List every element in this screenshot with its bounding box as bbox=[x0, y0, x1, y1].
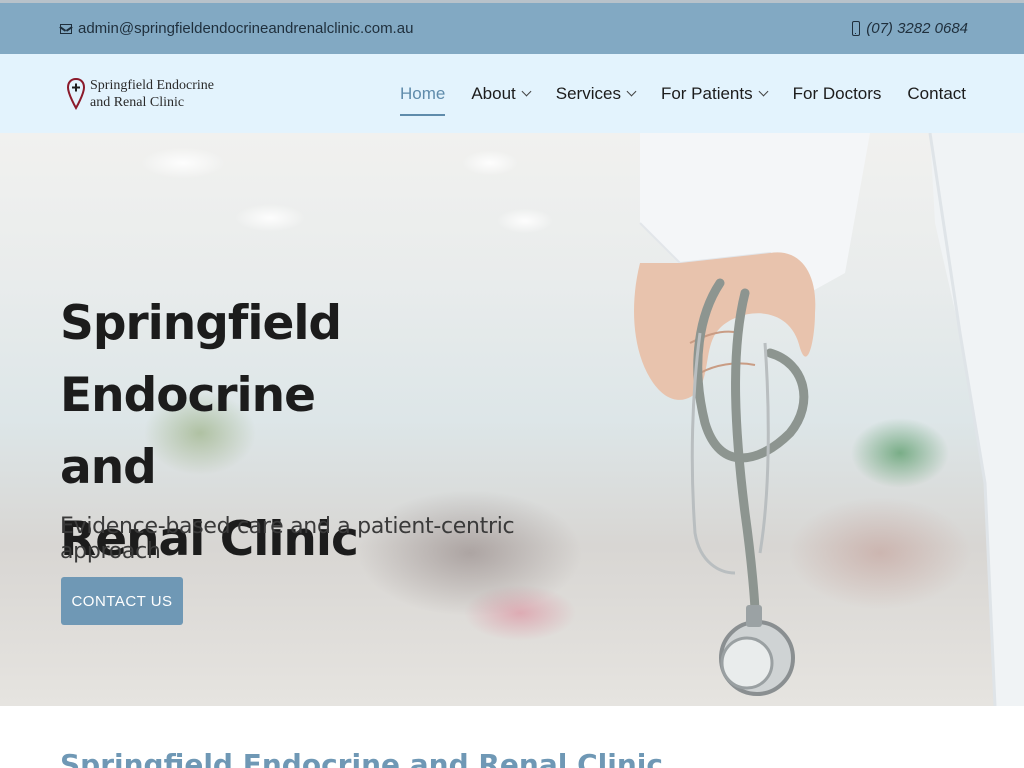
contact-us-button[interactable]: CONTACT US bbox=[61, 577, 183, 625]
phone-number[interactable]: (07) 3282 0684 bbox=[866, 20, 968, 37]
site-header: Springfield Endocrine and Renal Clinic H… bbox=[0, 54, 1024, 133]
chevron-down-icon bbox=[626, 86, 637, 97]
section-heading: Springfield Endocrine and Renal Clinic bbox=[60, 748, 663, 768]
top-contact-bar: admin@springfieldendocrineandrenalclinic… bbox=[0, 0, 1024, 54]
nav-item-for-doctors[interactable]: For Doctors bbox=[793, 54, 882, 133]
chevron-down-icon bbox=[521, 86, 532, 97]
nav-item-label: Home bbox=[399, 83, 446, 103]
nav-item-about[interactable]: About bbox=[471, 54, 532, 133]
phone-contact[interactable]: (07) 3282 0684 bbox=[852, 20, 968, 37]
email-address[interactable]: admin@springfieldendocrineandrenalclinic… bbox=[78, 20, 413, 37]
hero-subtitle: Evidence-based care and a patient-centri… bbox=[60, 514, 515, 564]
nav-item-label: About bbox=[471, 83, 516, 103]
nav-item-label: For Patients bbox=[660, 83, 753, 103]
hero-title-line2: and bbox=[60, 440, 157, 495]
logo-text-line2: and Renal Clinic bbox=[90, 94, 185, 110]
hero-title-line1: Springfield Endocrine bbox=[60, 296, 342, 423]
mobile-icon bbox=[852, 21, 861, 36]
nav-item-label: For Doctors bbox=[792, 83, 882, 103]
chevron-down-icon bbox=[758, 86, 769, 97]
envelope-icon bbox=[60, 23, 72, 34]
nav-item-label: Services bbox=[555, 83, 621, 103]
doctor-hand bbox=[634, 252, 816, 400]
nav-item-contact[interactable]: Contact bbox=[907, 54, 966, 133]
site-logo[interactable]: Springfield Endocrine and Renal Clinic bbox=[66, 77, 214, 111]
nav-item-for-patients[interactable]: For Patients bbox=[660, 54, 769, 133]
logo-text: Springfield Endocrine and Renal Clinic bbox=[90, 77, 214, 111]
location-pin-cross-icon bbox=[66, 77, 86, 110]
email-contact[interactable]: admin@springfieldendocrineandrenalclinic… bbox=[60, 20, 413, 37]
logo-text-line1: Springfield Endocrine bbox=[90, 77, 215, 93]
nav-item-services[interactable]: Services bbox=[555, 54, 637, 133]
hero-banner: Springfield Endocrine and Renal Clinic E… bbox=[0, 133, 1024, 706]
nav-item-label: Contact bbox=[907, 83, 966, 103]
main-nav: Home About Services For Patients For Doc… bbox=[399, 54, 966, 133]
nav-item-home[interactable]: Home bbox=[399, 54, 446, 133]
